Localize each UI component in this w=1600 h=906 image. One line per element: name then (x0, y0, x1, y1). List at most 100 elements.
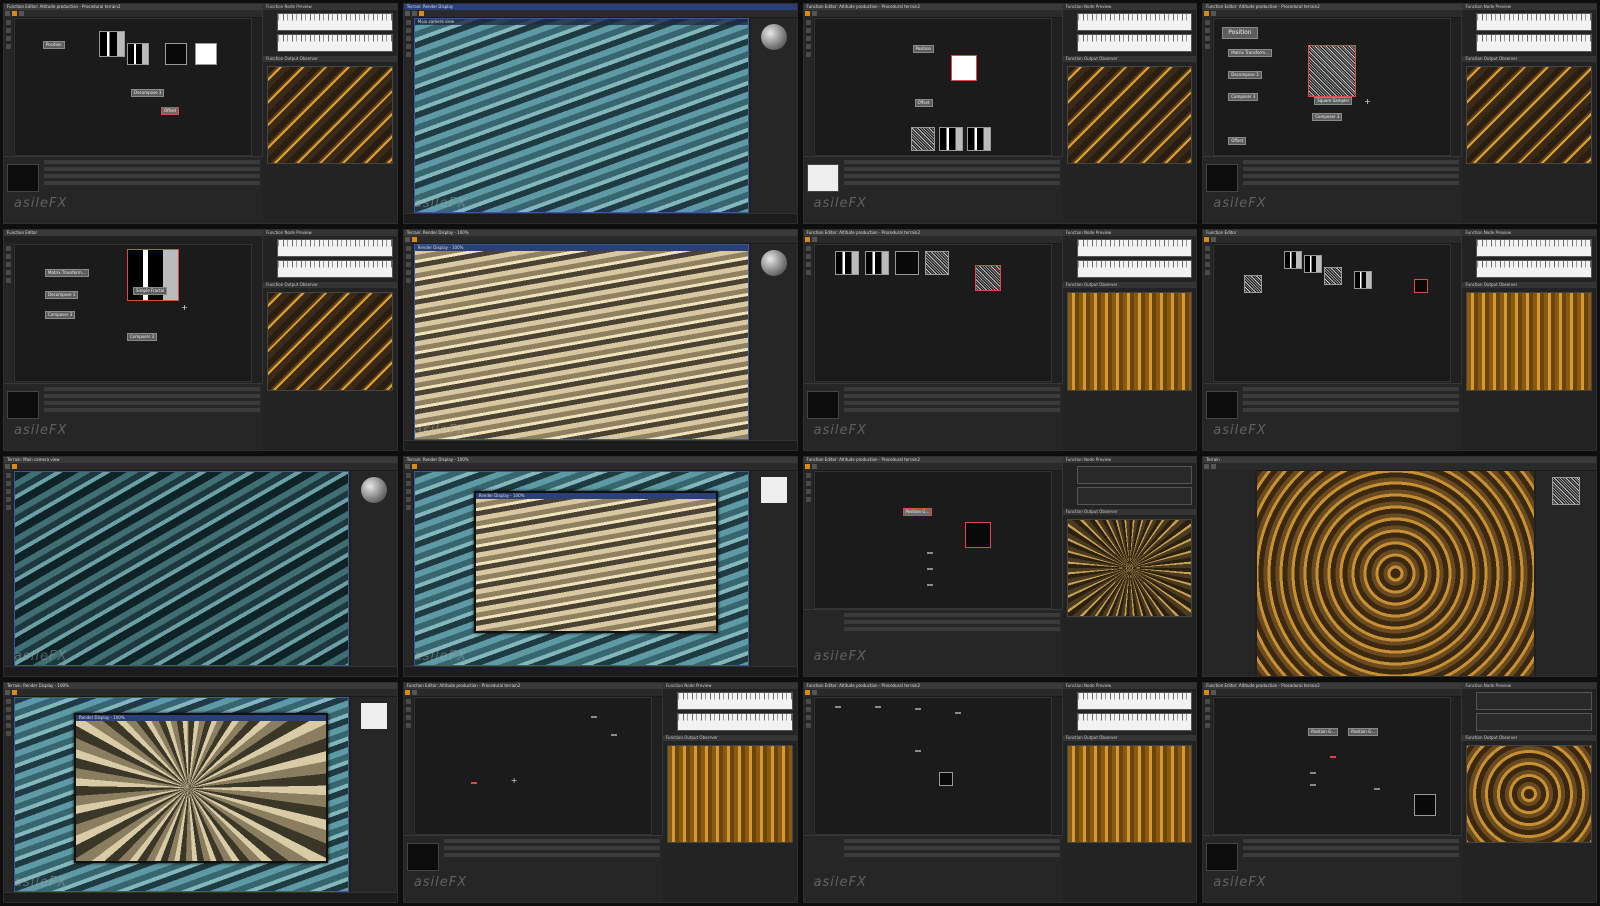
graph-node-selected[interactable] (470, 781, 477, 784)
tool-icon[interactable] (5, 689, 10, 695)
texture-node[interactable] (1284, 251, 1303, 270)
thumbnail-function-editor[interactable]: Function Editor: Altitude production - P… (3, 3, 398, 225)
texture-node[interactable] (938, 127, 963, 151)
graph-node[interactable] (926, 551, 933, 554)
thumbnail-terrain-view[interactable]: Terrain: Render Display - 100% Render Di… (402, 455, 798, 677)
tool-icon[interactable] (811, 237, 817, 243)
node-graph[interactable]: Position Decompose 3 Offset (14, 18, 252, 156)
thumbnail-terrain-view[interactable]: Terrain (1202, 455, 1597, 677)
thumbnail-function-editor[interactable]: Function Editor: Altitude production - P… (802, 229, 1198, 451)
node-graph[interactable]: Position G... (813, 470, 1052, 609)
graph-node[interactable]: Position (1222, 27, 1258, 39)
texture-node-selected[interactable] (974, 265, 1001, 292)
node-graph[interactable]: Position Matrix Transform... Decompose 3… (1213, 18, 1452, 156)
viewport-3d[interactable] (1257, 470, 1534, 676)
tool-icon[interactable] (811, 689, 817, 695)
thumbnail-terrain-view[interactable]: Terrain: Render Display - 100% Render Di… (402, 229, 798, 451)
thumbnail-function-editor[interactable]: Function Editor: Altitude production - P… (1202, 681, 1597, 903)
graph-node[interactable]: Position G... (1348, 727, 1379, 736)
node-graph[interactable]: + (413, 696, 652, 835)
observer-view[interactable] (666, 744, 793, 844)
render-display-window[interactable]: Render Display - 100% (473, 490, 718, 633)
highlight-icon[interactable] (1204, 237, 1210, 243)
highlight-icon[interactable] (1204, 11, 1210, 16)
graph-node[interactable]: Composer 3 (45, 311, 76, 320)
graph-node[interactable] (914, 707, 921, 710)
highlight-icon[interactable] (12, 689, 17, 695)
material-sphere-icon[interactable] (760, 250, 787, 277)
graph-node[interactable] (1310, 771, 1317, 774)
thumbnail-function-editor[interactable]: Function Editor: Altitude production - P… (802, 455, 1198, 677)
graph-node[interactable]: Matrix Transform... (45, 269, 89, 278)
graph-node[interactable] (874, 705, 881, 708)
observer-view[interactable] (1066, 66, 1193, 165)
highlight-icon[interactable] (804, 463, 810, 469)
graph-node[interactable]: Position (912, 45, 935, 53)
graph-node[interactable] (914, 749, 921, 752)
tool-icon[interactable] (5, 11, 10, 16)
tool-icon[interactable] (1211, 463, 1217, 469)
observer-view[interactable] (1466, 66, 1592, 165)
node-graph[interactable]: Matrix Transform... Decompose 3 Composer… (14, 244, 252, 383)
tool-icon[interactable] (1211, 237, 1217, 243)
graph-node[interactable] (590, 715, 597, 718)
graph-node[interactable]: Position G... (1308, 727, 1339, 736)
graph-node[interactable]: Simple Fractal (133, 287, 168, 296)
highlight-icon[interactable] (12, 463, 17, 469)
thumbnail-function-editor[interactable]: Function Editor: Altitude production - P… (802, 681, 1198, 903)
texture-node[interactable] (910, 127, 935, 151)
tool-icon[interactable] (5, 463, 10, 469)
preview-swatch-icon[interactable] (360, 702, 387, 729)
graph-node[interactable] (954, 711, 961, 714)
tool-icon[interactable] (811, 463, 817, 469)
tool-icon[interactable] (404, 11, 410, 16)
highlight-icon[interactable] (12, 11, 17, 16)
observer-view[interactable] (1066, 518, 1193, 617)
tool-icon[interactable] (1204, 463, 1210, 469)
texture-node-selected[interactable] (950, 55, 977, 81)
node-graph[interactable]: Position Offset (813, 18, 1052, 156)
graph-node[interactable]: Square Sampler (1314, 97, 1353, 105)
tool-icon[interactable] (6, 28, 11, 33)
texture-node-selected[interactable] (964, 521, 991, 548)
tool-icon[interactable] (19, 11, 24, 16)
tool-icon[interactable] (6, 36, 11, 41)
thumbnail-terrain-view[interactable]: Terrain: Render Display Main camera view… (402, 3, 798, 225)
graph-node[interactable]: Matrix Transform... (1228, 49, 1272, 57)
tool-icon[interactable] (411, 11, 417, 16)
graph-node[interactable] (1374, 787, 1381, 790)
graph-node[interactable] (926, 583, 933, 586)
thumbnail-function-editor[interactable]: Function Editor Matrix Transform... Deco… (3, 229, 398, 451)
tool-icon[interactable] (404, 237, 410, 243)
thumbnail-function-editor[interactable]: Function Editor: Altitude production - P… (802, 3, 1198, 225)
tool-icon[interactable] (6, 20, 11, 25)
node-graph[interactable] (813, 696, 1052, 835)
highlight-icon[interactable] (411, 237, 417, 243)
material-sphere-icon[interactable] (760, 24, 787, 50)
tool-icon[interactable] (1211, 11, 1217, 16)
highlight-icon[interactable] (1204, 689, 1210, 695)
texture-node[interactable] (1304, 255, 1323, 274)
node-graph[interactable]: Position G... Position G... (1213, 696, 1452, 835)
tool-icon[interactable] (404, 463, 410, 469)
highlight-icon[interactable] (804, 11, 810, 16)
graph-node[interactable]: Composer 3 (1312, 113, 1343, 121)
highlight-icon[interactable] (404, 689, 410, 695)
observer-view[interactable] (1466, 292, 1592, 391)
texture-node[interactable] (924, 251, 949, 276)
highlight-icon[interactable] (418, 11, 424, 16)
graph-node-selected[interactable] (1330, 755, 1337, 758)
texture-node-selected[interactable] (1414, 279, 1429, 294)
observer-view[interactable] (267, 66, 393, 165)
node-graph[interactable] (813, 244, 1052, 383)
observer-view[interactable] (267, 292, 393, 391)
graph-node[interactable]: Position (43, 41, 65, 49)
graph-node[interactable]: Composer 3 (1228, 93, 1259, 101)
texture-node[interactable] (864, 251, 889, 276)
graph-node[interactable]: Decompose 3 (131, 89, 165, 97)
tool-icon[interactable] (411, 689, 417, 695)
highlight-icon[interactable] (804, 689, 810, 695)
texture-node[interactable] (834, 251, 859, 276)
texture-node[interactable] (966, 127, 991, 151)
render-display-window[interactable]: Render Display - 100% (74, 712, 328, 863)
